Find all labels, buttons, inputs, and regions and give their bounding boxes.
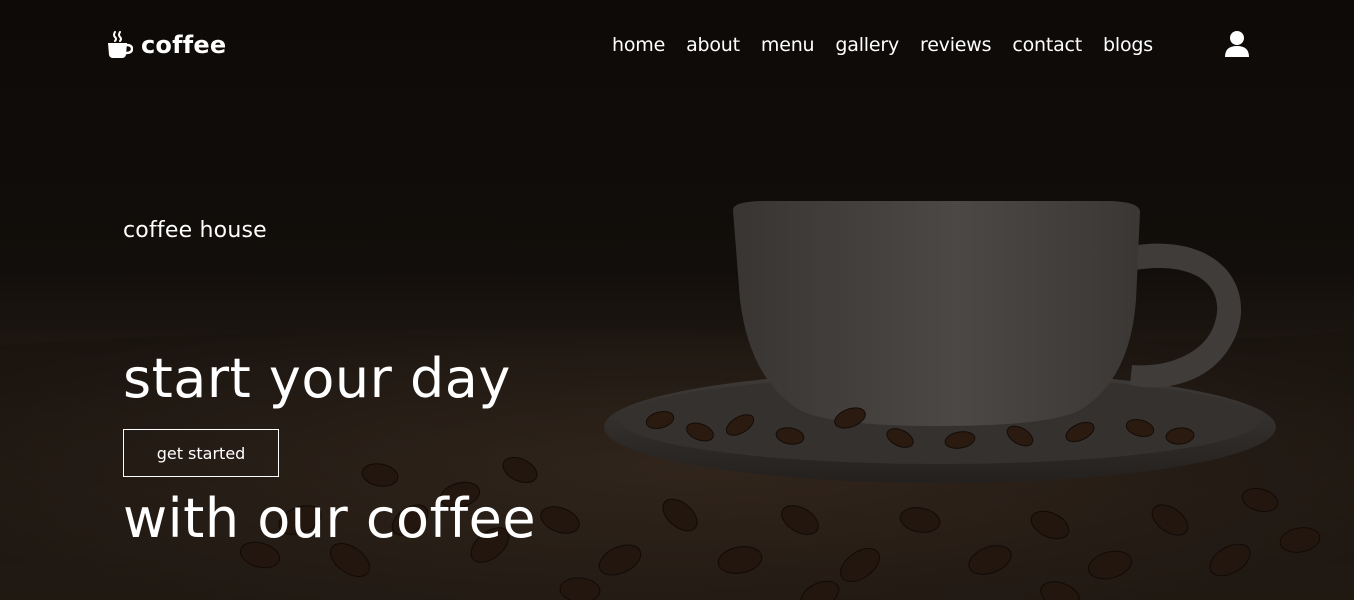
nav-link-menu[interactable]: menu (761, 34, 815, 56)
nav-link-about[interactable]: about (686, 34, 740, 56)
hero-headline-line-1: start your day (123, 347, 511, 410)
hero-eyebrow: coffee house (123, 218, 267, 243)
hero-headline-line-2: with our coffee (123, 487, 537, 550)
hero-content: coffee house start your day with our cof… (123, 214, 683, 600)
main-nav: home about menu gallery reviews contact … (612, 30, 1153, 60)
brand-name: coffee (141, 31, 227, 59)
user-icon[interactable] (1224, 30, 1250, 58)
nav-link-reviews[interactable]: reviews (920, 34, 992, 56)
nav-link-blogs[interactable]: blogs (1103, 34, 1153, 56)
nav-link-home[interactable]: home (612, 34, 665, 56)
site-header: coffee home about menu gallery reviews c… (0, 0, 1354, 90)
brand-logo-link[interactable]: coffee (107, 28, 226, 62)
coffee-cup-icon (108, 31, 133, 58)
nav-link-gallery[interactable]: gallery (835, 34, 899, 56)
nav-link-contact[interactable]: contact (1012, 34, 1082, 56)
hero-section: coffee home about menu gallery reviews c… (0, 0, 1354, 600)
get-started-button[interactable]: get started (123, 429, 279, 477)
